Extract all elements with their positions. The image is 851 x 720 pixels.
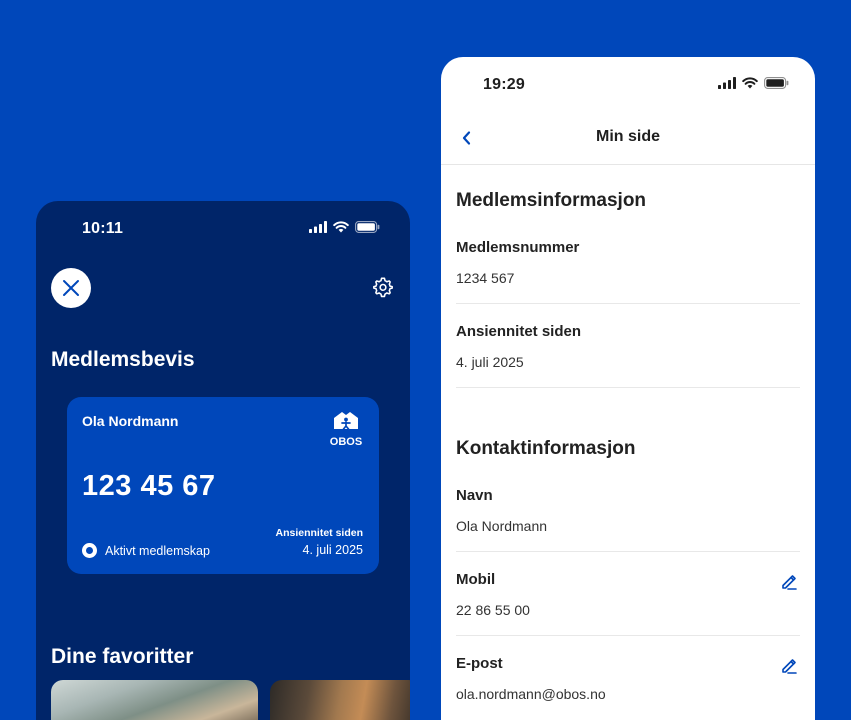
membership-card-screen: 10:11 Medlemsbevis Ola Nordmann OBOS 123… bbox=[36, 201, 410, 720]
cellular-signal-icon bbox=[309, 221, 327, 233]
member-info-heading: Medlemsinformasjon bbox=[456, 190, 647, 211]
field-name: Navn Ola Nordmann bbox=[456, 487, 800, 571]
status-time: 10:11 bbox=[82, 220, 124, 237]
wifi-icon bbox=[333, 221, 349, 233]
divider bbox=[456, 303, 800, 304]
seniority-label: Ansiennitet siden bbox=[275, 527, 363, 539]
field-label: E-post bbox=[456, 655, 503, 672]
close-button[interactable] bbox=[51, 268, 91, 308]
page-title: Medlemsbevis bbox=[51, 348, 195, 371]
field-label: Medlemsnummer bbox=[456, 239, 580, 256]
settings-button[interactable] bbox=[372, 276, 394, 298]
card-holder-name: Ola Nordmann bbox=[82, 413, 179, 429]
field-label: Navn bbox=[456, 487, 493, 504]
status-indicator-icon bbox=[82, 543, 97, 558]
field-value: ola.nordmann@obos.no bbox=[456, 686, 606, 702]
contact-info-heading: Kontaktinformasjon bbox=[456, 438, 636, 459]
cellular-signal-icon bbox=[718, 77, 736, 89]
field-value: 22 86 55 00 bbox=[456, 602, 530, 618]
status-bar: 10:11 bbox=[36, 201, 410, 257]
seniority-info: Ansiennitet siden 4. juli 2025 bbox=[275, 527, 363, 557]
pencil-icon bbox=[782, 575, 797, 590]
field-value: 4. juli 2025 bbox=[456, 354, 524, 370]
favorite-card-image[interactable] bbox=[270, 680, 410, 720]
seniority-value: 4. juli 2025 bbox=[302, 543, 363, 557]
battery-icon bbox=[355, 221, 380, 233]
field-mobile: Mobil 22 86 55 00 bbox=[456, 571, 800, 655]
status-label: Aktivt medlemskap bbox=[105, 543, 210, 558]
membership-card: Ola Nordmann OBOS 123 45 67 Aktivt medle… bbox=[67, 397, 379, 574]
field-member-number: Medlemsnummer 1234 567 bbox=[456, 239, 800, 323]
member-number: 123 45 67 bbox=[82, 470, 216, 502]
field-seniority: Ansiennitet siden 4. juli 2025 bbox=[456, 323, 800, 407]
field-label: Mobil bbox=[456, 571, 496, 588]
status-icons bbox=[309, 221, 380, 233]
navigation-bar: Min side bbox=[441, 113, 815, 165]
brand-name: OBOS bbox=[329, 436, 363, 448]
status-icons bbox=[718, 77, 789, 89]
status-time: 19:29 bbox=[483, 76, 525, 93]
edit-mobile-button[interactable] bbox=[780, 573, 798, 591]
battery-icon bbox=[764, 77, 789, 89]
wifi-icon bbox=[742, 77, 758, 89]
divider bbox=[456, 387, 800, 388]
field-value: 1234 567 bbox=[456, 270, 515, 286]
membership-status: Aktivt medlemskap bbox=[82, 543, 210, 558]
divider bbox=[456, 635, 800, 636]
pencil-icon bbox=[782, 659, 797, 674]
field-label: Ansiennitet siden bbox=[456, 323, 582, 340]
edit-email-button[interactable] bbox=[780, 657, 798, 675]
obos-logo-icon bbox=[334, 412, 358, 430]
favorite-card-image[interactable] bbox=[51, 680, 258, 720]
nav-title: Min side bbox=[595, 128, 660, 145]
my-page-screen: 19:29 Min side Medlemsinformasjon Medlem… bbox=[441, 57, 815, 720]
favorites-heading: Dine favoritter bbox=[51, 645, 194, 668]
gear-icon bbox=[373, 277, 393, 298]
close-icon bbox=[63, 280, 79, 296]
obos-logo: OBOS bbox=[328, 411, 364, 448]
divider bbox=[456, 551, 800, 552]
field-email: E-post ola.nordmann@obos.no bbox=[456, 655, 800, 720]
field-value: Ola Nordmann bbox=[456, 518, 548, 534]
status-bar: 19:29 bbox=[441, 57, 815, 113]
